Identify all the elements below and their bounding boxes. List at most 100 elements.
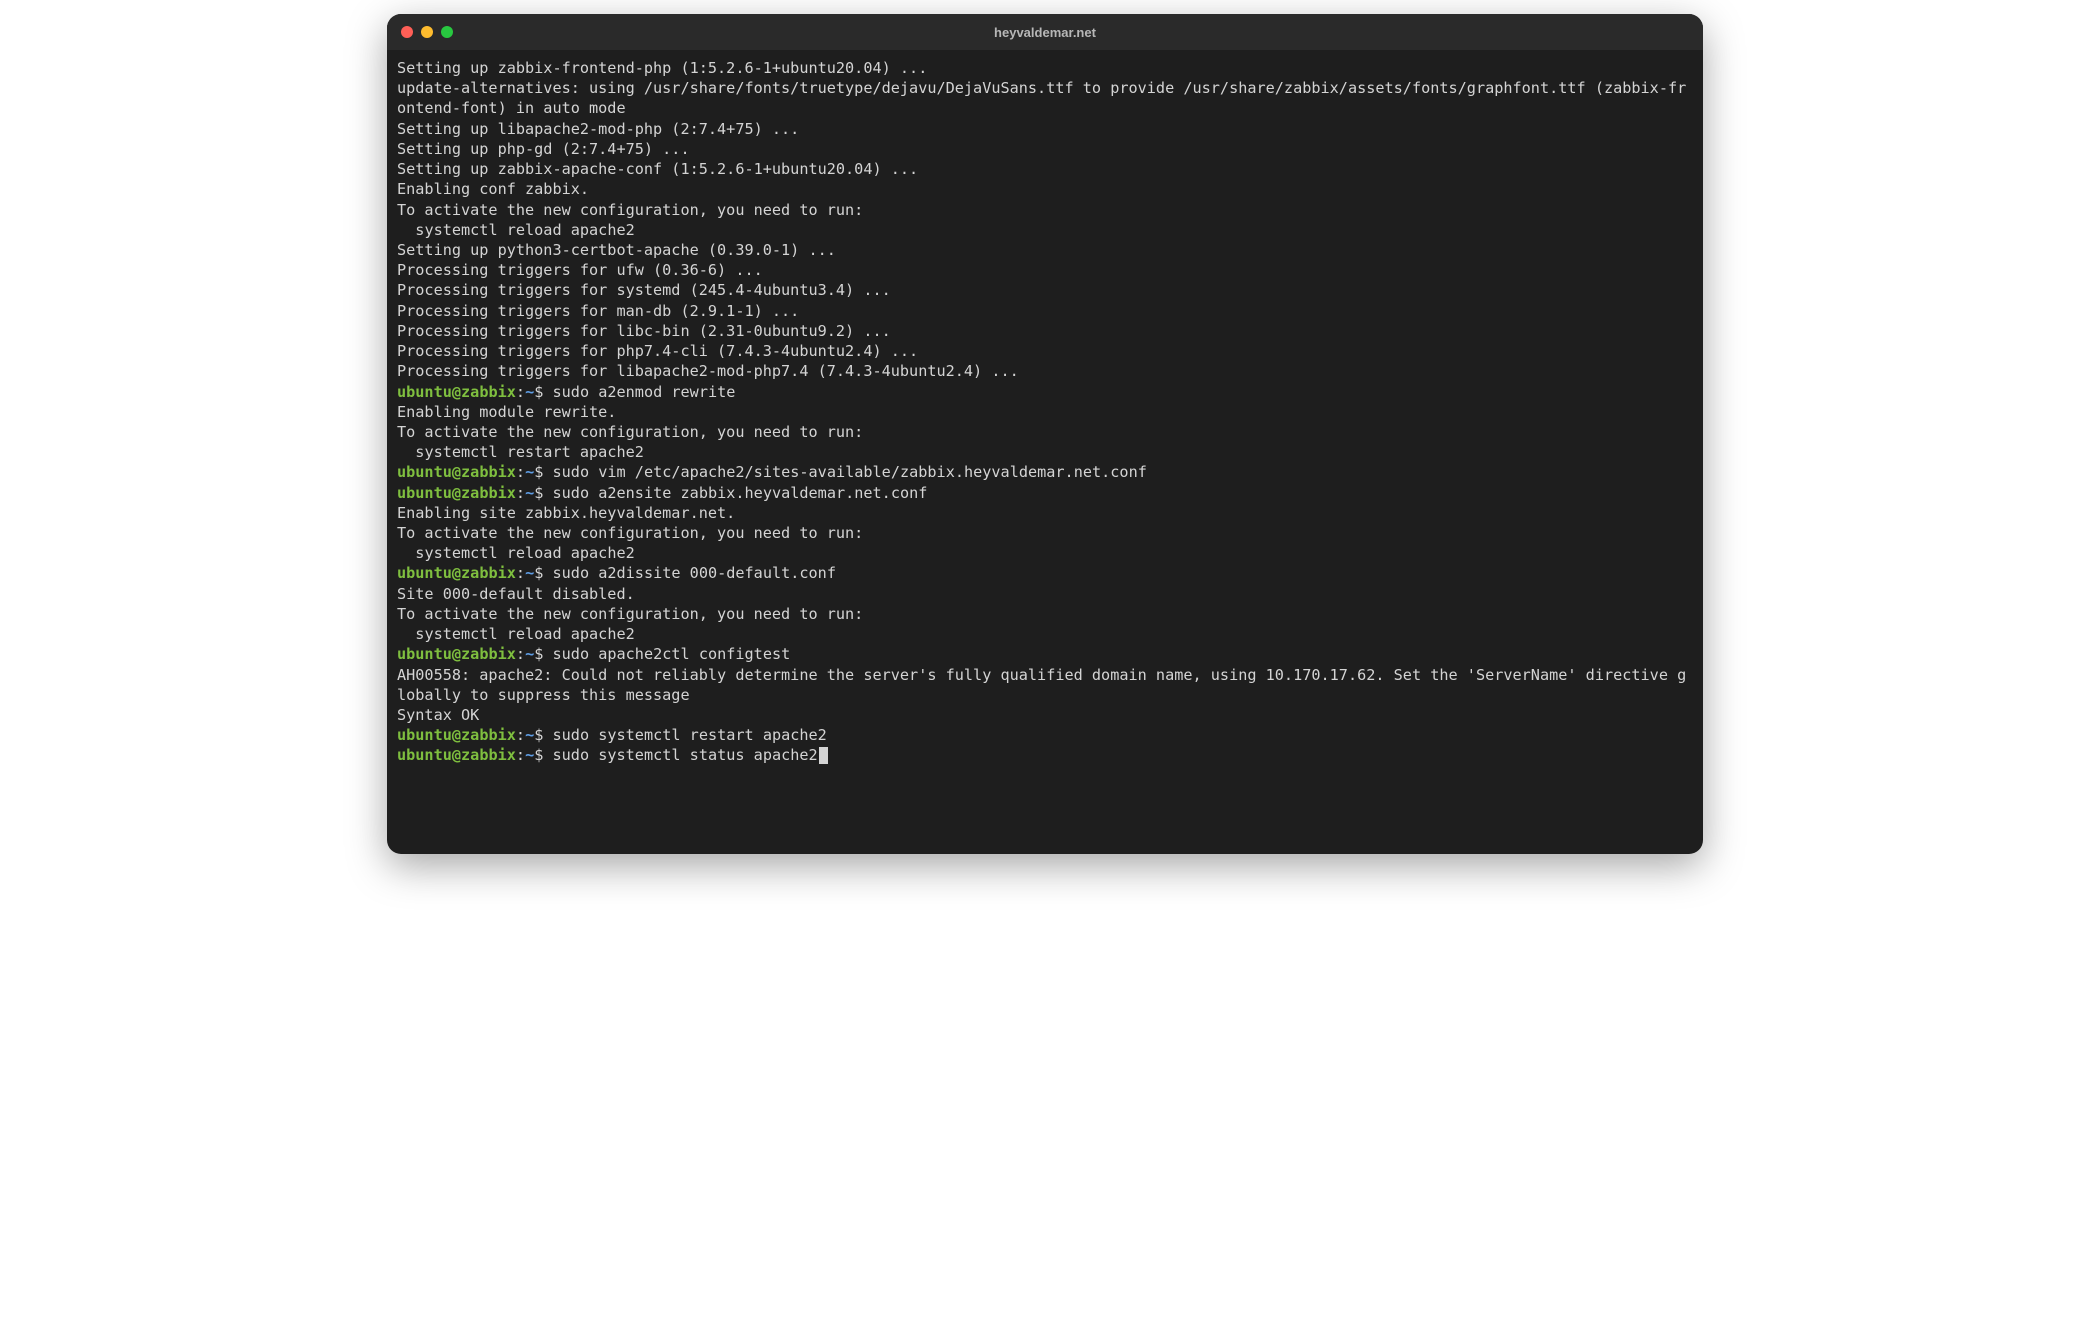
prompt-path: ~ bbox=[525, 726, 534, 744]
output-text: To activate the new configuration, you n… bbox=[397, 201, 863, 219]
output-line: Syntax OK bbox=[397, 705, 1693, 725]
output-line: Processing triggers for libapache2-mod-p… bbox=[397, 361, 1693, 381]
output-text: systemctl restart apache2 bbox=[397, 443, 644, 461]
command-text: sudo apache2ctl configtest bbox=[553, 645, 791, 663]
output-line: Processing triggers for libc-bin (2.31-0… bbox=[397, 321, 1693, 341]
output-text: systemctl reload apache2 bbox=[397, 625, 635, 643]
prompt-host: zabbix bbox=[461, 726, 516, 744]
prompt-colon: : bbox=[516, 746, 525, 764]
shell-prompt: ubuntu@zabbix:~$ bbox=[397, 484, 553, 502]
shell-prompt: ubuntu@zabbix:~$ bbox=[397, 726, 553, 744]
shell-prompt: ubuntu@zabbix:~$ bbox=[397, 564, 553, 582]
prompt-host: zabbix bbox=[461, 645, 516, 663]
output-line: To activate the new configuration, you n… bbox=[397, 200, 1693, 220]
output-text: Setting up zabbix-apache-conf (1:5.2.6-1… bbox=[397, 160, 918, 178]
prompt-dollar: $ bbox=[534, 645, 552, 663]
prompt-host: zabbix bbox=[461, 463, 516, 481]
output-line: To activate the new configuration, you n… bbox=[397, 523, 1693, 543]
output-text: Setting up php-gd (2:7.4+75) ... bbox=[397, 140, 690, 158]
output-line: update-alternatives: using /usr/share/fo… bbox=[397, 78, 1693, 118]
prompt-dollar: $ bbox=[534, 383, 552, 401]
output-line: systemctl restart apache2 bbox=[397, 442, 1693, 462]
output-line: Processing triggers for ufw (0.36-6) ... bbox=[397, 260, 1693, 280]
output-line: Setting up zabbix-frontend-php (1:5.2.6-… bbox=[397, 58, 1693, 78]
window-controls bbox=[401, 26, 453, 38]
command-line: ubuntu@zabbix:~$ sudo vim /etc/apache2/s… bbox=[397, 462, 1693, 482]
output-text: Enabling module rewrite. bbox=[397, 403, 616, 421]
output-line: systemctl reload apache2 bbox=[397, 624, 1693, 644]
command-text: sudo a2ensite zabbix.heyvaldemar.net.con… bbox=[553, 484, 928, 502]
prompt-user: ubuntu bbox=[397, 645, 452, 663]
shell-prompt: ubuntu@zabbix:~$ bbox=[397, 463, 553, 481]
prompt-path: ~ bbox=[525, 463, 534, 481]
prompt-colon: : bbox=[516, 645, 525, 663]
shell-prompt: ubuntu@zabbix:~$ bbox=[397, 645, 553, 663]
close-icon[interactable] bbox=[401, 26, 413, 38]
prompt-at: @ bbox=[452, 463, 461, 481]
output-text: AH00558: apache2: Could not reliably det… bbox=[397, 666, 1686, 704]
output-text: To activate the new configuration, you n… bbox=[397, 605, 863, 623]
prompt-at: @ bbox=[452, 383, 461, 401]
prompt-path: ~ bbox=[525, 645, 534, 663]
output-text: Enabling site zabbix.heyvaldemar.net. bbox=[397, 504, 735, 522]
output-line: Enabling module rewrite. bbox=[397, 402, 1693, 422]
prompt-path: ~ bbox=[525, 484, 534, 502]
output-text: To activate the new configuration, you n… bbox=[397, 524, 863, 542]
command-text: sudo a2enmod rewrite bbox=[553, 383, 736, 401]
prompt-host: zabbix bbox=[461, 746, 516, 764]
output-text: systemctl reload apache2 bbox=[397, 221, 635, 239]
command-line: ubuntu@zabbix:~$ sudo a2dissite 000-defa… bbox=[397, 563, 1693, 583]
output-text: Processing triggers for libapache2-mod-p… bbox=[397, 362, 1019, 380]
output-text: To activate the new configuration, you n… bbox=[397, 423, 863, 441]
prompt-user: ubuntu bbox=[397, 726, 452, 744]
command-line: ubuntu@zabbix:~$ sudo a2ensite zabbix.he… bbox=[397, 483, 1693, 503]
prompt-host: zabbix bbox=[461, 484, 516, 502]
prompt-user: ubuntu bbox=[397, 383, 452, 401]
window-title: heyvaldemar.net bbox=[387, 25, 1703, 40]
prompt-user: ubuntu bbox=[397, 484, 452, 502]
prompt-path: ~ bbox=[525, 746, 534, 764]
terminal-body[interactable]: Setting up zabbix-frontend-php (1:5.2.6-… bbox=[387, 50, 1703, 854]
command-text: sudo vim /etc/apache2/sites-available/za… bbox=[553, 463, 1147, 481]
prompt-path: ~ bbox=[525, 383, 534, 401]
output-line: systemctl reload apache2 bbox=[397, 220, 1693, 240]
prompt-colon: : bbox=[516, 463, 525, 481]
output-text: Syntax OK bbox=[397, 706, 479, 724]
output-line: Processing triggers for man-db (2.9.1-1)… bbox=[397, 301, 1693, 321]
output-line: Setting up python3-certbot-apache (0.39.… bbox=[397, 240, 1693, 260]
zoom-icon[interactable] bbox=[441, 26, 453, 38]
prompt-at: @ bbox=[452, 564, 461, 582]
output-line: Processing triggers for systemd (245.4-4… bbox=[397, 280, 1693, 300]
output-line: AH00558: apache2: Could not reliably det… bbox=[397, 665, 1693, 705]
prompt-dollar: $ bbox=[534, 726, 552, 744]
output-text: Setting up python3-certbot-apache (0.39.… bbox=[397, 241, 836, 259]
prompt-user: ubuntu bbox=[397, 564, 452, 582]
output-line: Setting up php-gd (2:7.4+75) ... bbox=[397, 139, 1693, 159]
shell-prompt: ubuntu@zabbix:~$ bbox=[397, 383, 553, 401]
prompt-user: ubuntu bbox=[397, 746, 452, 764]
output-text: Setting up libapache2-mod-php (2:7.4+75)… bbox=[397, 120, 799, 138]
prompt-colon: : bbox=[516, 383, 525, 401]
command-text: sudo a2dissite 000-default.conf bbox=[553, 564, 836, 582]
output-text: Processing triggers for php7.4-cli (7.4.… bbox=[397, 342, 918, 360]
output-text: Processing triggers for libc-bin (2.31-0… bbox=[397, 322, 891, 340]
terminal-window: heyvaldemar.net Setting up zabbix-fronte… bbox=[387, 14, 1703, 854]
prompt-at: @ bbox=[452, 645, 461, 663]
prompt-at: @ bbox=[452, 484, 461, 502]
output-text: Enabling conf zabbix. bbox=[397, 180, 589, 198]
output-line: Enabling conf zabbix. bbox=[397, 179, 1693, 199]
output-line: Processing triggers for php7.4-cli (7.4.… bbox=[397, 341, 1693, 361]
prompt-dollar: $ bbox=[534, 746, 552, 764]
prompt-dollar: $ bbox=[534, 484, 552, 502]
output-text: Site 000-default disabled. bbox=[397, 585, 635, 603]
output-line: To activate the new configuration, you n… bbox=[397, 604, 1693, 624]
prompt-dollar: $ bbox=[534, 463, 552, 481]
prompt-at: @ bbox=[452, 746, 461, 764]
command-text: sudo systemctl restart apache2 bbox=[553, 726, 827, 744]
prompt-user: ubuntu bbox=[397, 463, 452, 481]
minimize-icon[interactable] bbox=[421, 26, 433, 38]
titlebar[interactable]: heyvaldemar.net bbox=[387, 14, 1703, 50]
prompt-host: zabbix bbox=[461, 383, 516, 401]
cursor-icon bbox=[819, 747, 828, 764]
shell-prompt: ubuntu@zabbix:~$ bbox=[397, 746, 553, 764]
